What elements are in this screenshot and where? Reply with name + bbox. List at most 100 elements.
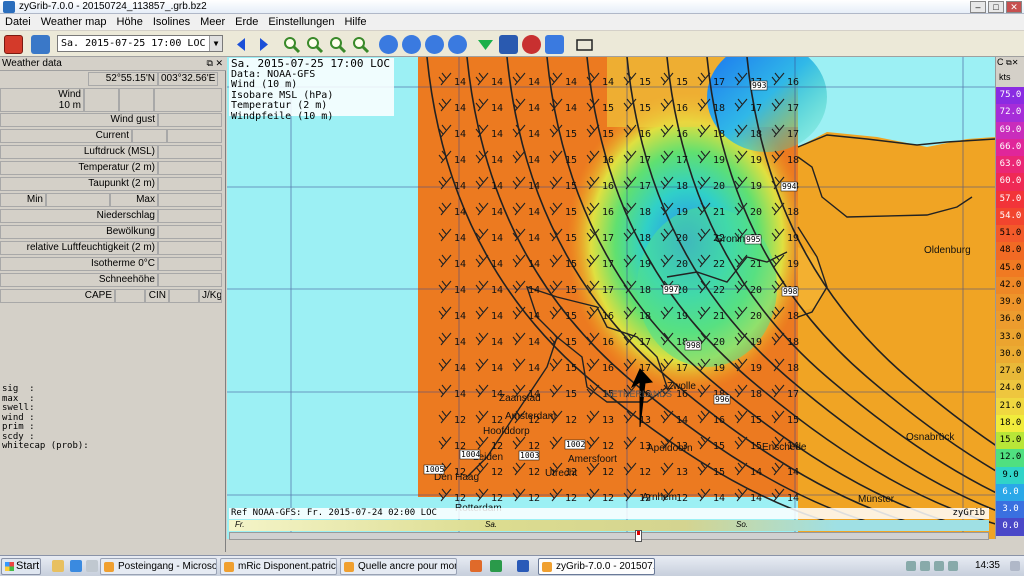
menu-hilfe[interactable]: Hilfe	[339, 16, 371, 28]
clock: 14:35	[974, 560, 1000, 571]
grid-temperature-value: 16	[602, 155, 614, 166]
grid-temperature-value: 19	[750, 155, 762, 166]
minimize-button[interactable]: –	[970, 1, 986, 13]
pan-up-icon[interactable]	[425, 35, 444, 54]
grid-temperature-value: 12	[491, 415, 503, 426]
grid-temperature-value: 15	[565, 259, 577, 270]
zoom-all-icon[interactable]	[351, 35, 370, 54]
task-zygrib[interactable]: zyGrib-7.0.0 - 201507...	[538, 558, 655, 575]
map-datetime: Sa. 2015-07-25 17:00 LOC	[231, 57, 390, 70]
explorer-icon[interactable]	[52, 560, 64, 572]
dock-close-icon[interactable]: ⧉ ✕	[207, 57, 223, 70]
desktop-icon[interactable]	[86, 560, 98, 572]
animation-icon[interactable]	[575, 35, 594, 54]
grid-temperature-value: 12	[491, 441, 503, 452]
dock-close-icon[interactable]: ⧉✕	[1006, 58, 1018, 67]
grid-temperature-value: 14	[454, 129, 466, 140]
grid-temperature-value: 18	[713, 103, 725, 114]
isobar-label: 998	[684, 340, 702, 351]
pan-right-icon[interactable]	[402, 35, 421, 54]
panel-header: Weather data ⧉ ✕	[0, 57, 226, 71]
isobar-label: 1005	[423, 464, 444, 475]
grid-temperature-value: 17	[602, 285, 614, 296]
menu-weather-map[interactable]: Weather map	[36, 16, 112, 28]
pan-left-icon[interactable]	[379, 35, 398, 54]
next-icon[interactable]	[254, 35, 273, 54]
menu-datei[interactable]: Datei	[0, 16, 36, 28]
menu-meer[interactable]: Meer	[195, 16, 230, 28]
select-area-icon[interactable]	[476, 35, 495, 54]
zoom-out-icon[interactable]	[305, 35, 324, 54]
grid-temperature-value: 14	[528, 337, 540, 348]
grid-temperature-value: 18	[639, 207, 651, 218]
help-icon[interactable]	[522, 35, 541, 54]
grid-temperature-value: 20	[713, 181, 725, 192]
grid-temperature-value: 17	[676, 363, 688, 374]
zoom-in-icon[interactable]	[282, 35, 301, 54]
grid-temperature-value: 18	[639, 233, 651, 244]
tray-icon-4[interactable]	[948, 561, 958, 571]
grid-temperature-value: 15	[713, 467, 725, 478]
color-scale-step: 48.0	[996, 242, 1024, 260]
grid-temperature-value: 19	[787, 233, 799, 244]
grid-temperature-value: 14	[528, 129, 540, 140]
grid-temperature-value: 20	[676, 259, 688, 270]
grid-temperature-value: 22	[713, 285, 725, 296]
date-select[interactable]: Sa. 2015-07-25 17:00 LOC ▼	[57, 35, 223, 52]
grid-temperature-value: 14	[713, 493, 725, 504]
open-file-icon[interactable]	[31, 35, 50, 54]
grid-temperature-value: 20	[750, 285, 762, 296]
menu-einstellungen[interactable]: Einstellungen	[263, 16, 339, 28]
grid-temperature-value: 14	[528, 181, 540, 192]
grid-temperature-value: 20	[713, 337, 725, 348]
time-slider[interactable]	[229, 532, 989, 540]
tray-icon-2[interactable]	[920, 561, 930, 571]
start-button[interactable]: Start	[1, 558, 41, 575]
zoom-selection-icon[interactable]	[328, 35, 347, 54]
weather-map[interactable]: 14 14 14 14 14 15 15 17 17 16 14 14 14 14 15 15 16 18 17 17…	[227, 57, 995, 539]
close-button[interactable]: ✕	[1006, 1, 1022, 13]
task-quelle[interactable]: Quelle ancre pour mon p...	[340, 558, 457, 575]
task-mric[interactable]: mRic Disponent.patrick.d...	[220, 558, 337, 575]
grid-temperature-value: 15	[565, 129, 577, 140]
day-sa: Sa.	[485, 520, 498, 529]
menu-isolines[interactable]: Isolines	[148, 16, 195, 28]
menu-hoehe[interactable]: Höhe	[112, 16, 148, 28]
time-slider-thumb[interactable]	[635, 530, 642, 542]
map-canvas: 14 14 14 14 14 15 15 17 17 16 14 14 14 14 15 15 16 18 17 17…	[227, 57, 995, 539]
system-tray: 14:35	[904, 558, 1024, 575]
grid-temperature-value: 15	[750, 415, 762, 426]
pan-down-icon[interactable]	[448, 35, 467, 54]
grid-temperature-value: 16	[602, 363, 614, 374]
wave-info: sig : max : swell: wind : prim : scdy : …	[2, 384, 89, 451]
quit-icon[interactable]	[4, 35, 23, 54]
app-icon	[3, 0, 15, 13]
timeline-days: Fr. Sa. So.	[229, 520, 989, 531]
map-layer-wind: Wind (10 m)	[231, 79, 298, 90]
color-scale-step: 72.0	[996, 104, 1024, 122]
meteotable-icon[interactable]	[499, 35, 518, 54]
maximize-button[interactable]: □	[988, 1, 1004, 13]
grid-temperature-value: 15	[565, 233, 577, 244]
word-icon[interactable]	[517, 560, 529, 572]
grid-temperature-value: 14	[491, 259, 503, 270]
grid-temperature-value: 17	[639, 181, 651, 192]
wind-gust-value	[158, 113, 222, 127]
pressure-value	[158, 145, 222, 159]
isobar-label: 1004	[459, 449, 480, 460]
task-outlook[interactable]: Posteingang - Microsoft ...	[100, 558, 217, 575]
chevron-down-icon[interactable]: ▼	[209, 36, 222, 51]
show-desktop-icon[interactable]	[1010, 561, 1020, 571]
tray-icon-1[interactable]	[906, 561, 916, 571]
menu-erde[interactable]: Erde	[230, 16, 263, 28]
app-icon-1[interactable]	[470, 560, 482, 572]
wind-extra	[154, 88, 222, 112]
longitude-value: 003°32.56'E	[158, 72, 218, 86]
grib-download-icon[interactable]	[545, 35, 564, 54]
browser-icon[interactable]	[70, 560, 82, 572]
tray-icon-3[interactable]	[934, 561, 944, 571]
previous-icon[interactable]	[232, 35, 251, 54]
excel-icon[interactable]	[490, 560, 502, 572]
day-fr: Fr.	[235, 520, 245, 529]
grid-temperature-value: 14	[491, 233, 503, 244]
